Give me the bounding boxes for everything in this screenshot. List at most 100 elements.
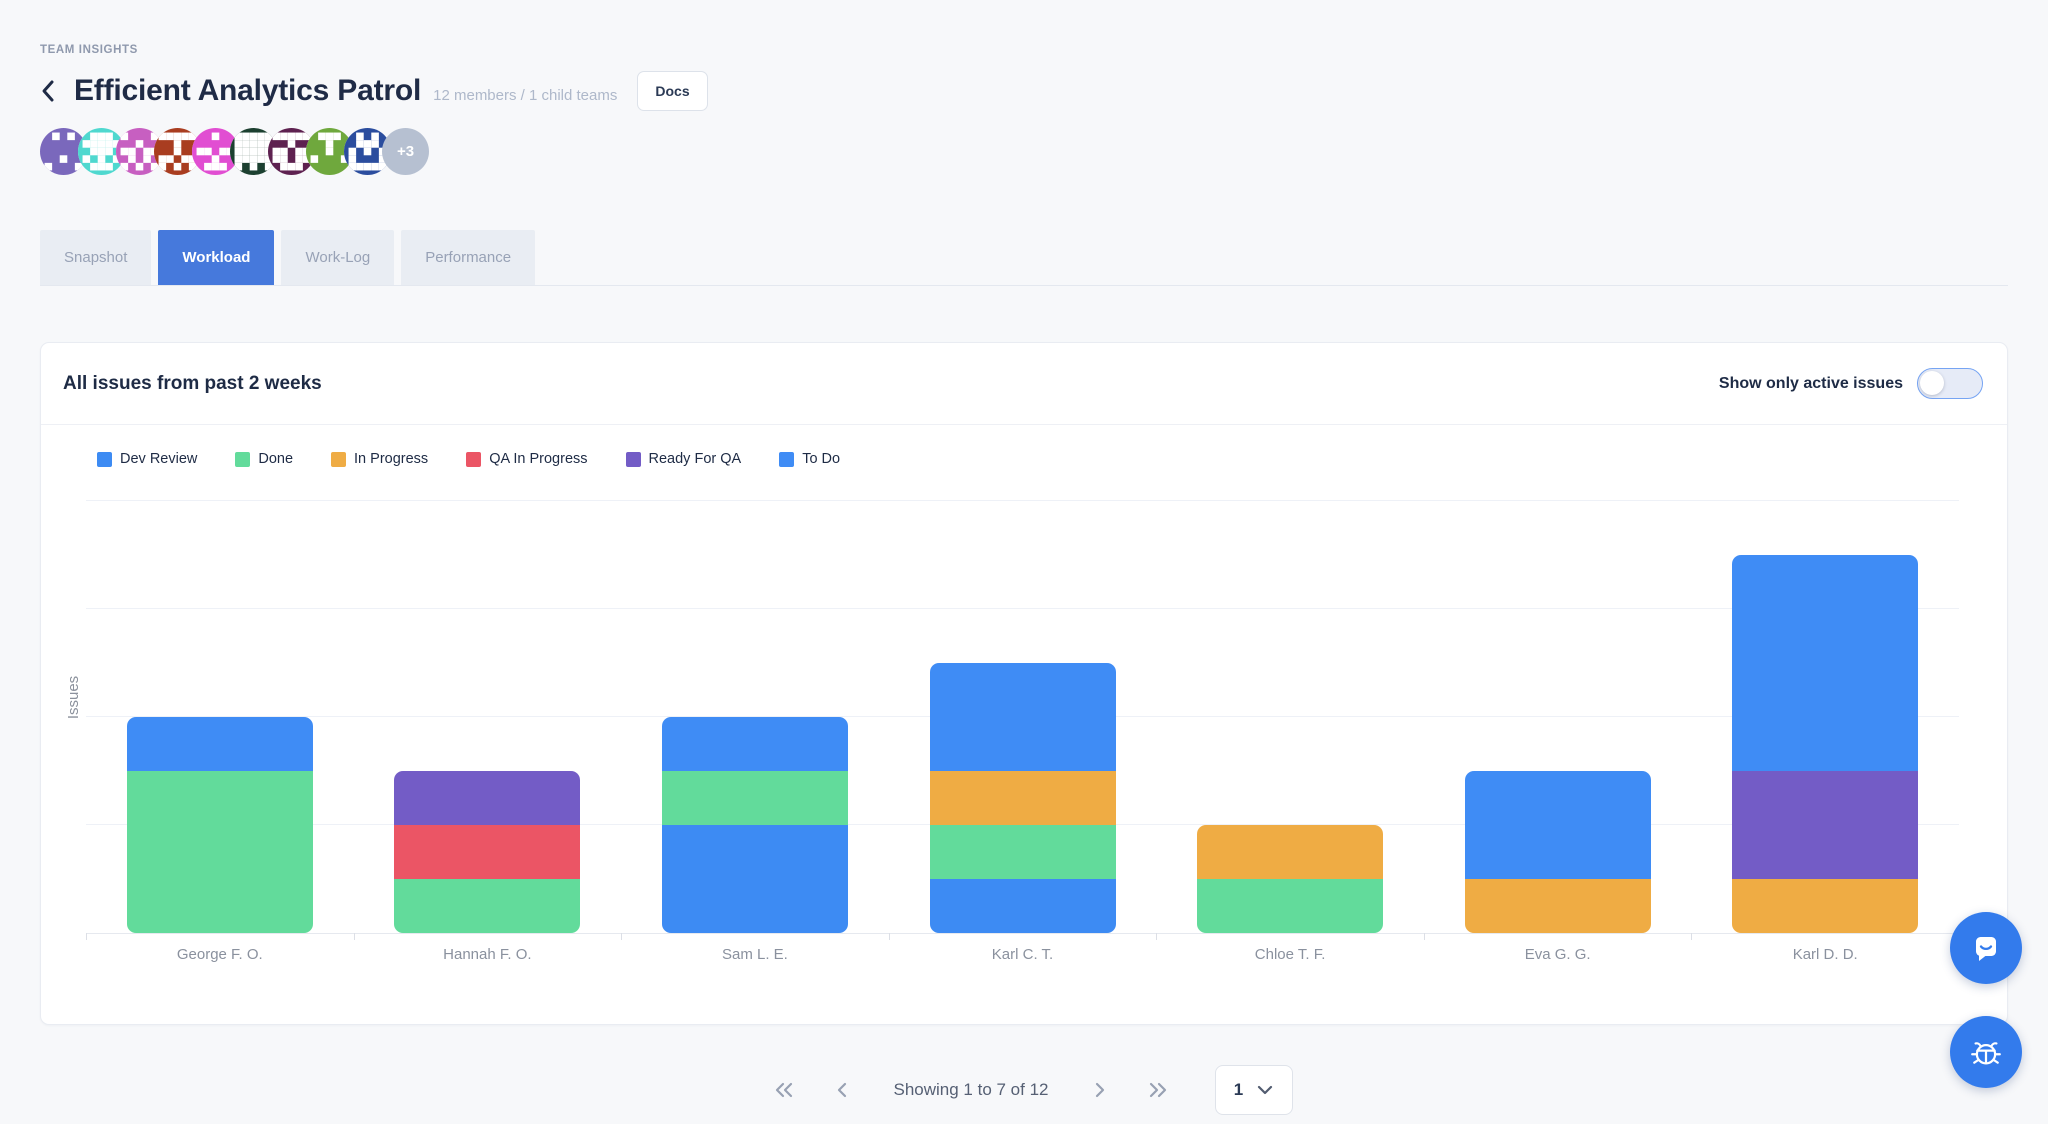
legend-item-done[interactable]: Done [235,451,293,467]
tab-performance[interactable]: Performance [401,230,535,285]
tab-work-log[interactable]: Work-Log [281,230,394,285]
stacked-bar[interactable] [1197,825,1383,933]
bar-segment-ready-for-qa [1732,771,1918,879]
bug-report-button[interactable] [1950,1016,2022,1088]
gridline [86,500,1959,501]
pagination-status: Showing 1 to 7 of 12 [893,1080,1048,1100]
double-chevron-right-icon [1147,1080,1169,1100]
stacked-bar[interactable] [662,717,848,933]
next-page-button[interactable] [1083,1073,1117,1107]
x-axis-labels: George F. O. Hannah F. O. Sam L. E. Karl C.… [86,946,1959,980]
chevron-left-icon [835,1080,849,1100]
team-insights-page: TEAM INSIGHTS Efficient Analytics Patrol… [40,0,2008,1115]
chat-launcher-button[interactable] [1950,912,2022,984]
bar-segment-done [394,879,580,933]
issues-card: All issues from past 2 weeks Show only a… [40,342,2008,1025]
back-chevron-icon [40,79,55,103]
active-issues-toggle-group: Show only active issues [1719,368,1983,399]
breadcrumb-eyebrow: TEAM INSIGHTS [40,0,2008,56]
chart-legend: Dev Review Done In Progress QA In Progress R… [97,451,2007,467]
stacked-bar[interactable] [127,717,313,933]
axis-tick [1424,933,1425,940]
bar-segment-to-do [1465,771,1651,879]
back-button[interactable] [40,76,66,106]
tab-snapshot[interactable]: Snapshot [40,230,151,285]
x-axis-label: Eva G. G. [1525,946,1591,963]
active-issues-toggle[interactable] [1917,368,1983,399]
legend-label: In Progress [354,451,428,467]
tab-bar: SnapshotWorkloadWork-LogPerformance [40,230,2008,286]
page-number-value: 1 [1234,1080,1243,1100]
legend-item-dev-review[interactable]: Dev Review [97,451,197,467]
stacked-bar[interactable] [1732,555,1918,933]
bar-segment-in-progress [1732,879,1918,933]
plot-area [86,471,1959,934]
axis-tick [354,933,355,940]
toggle-knob [1920,371,1944,395]
stacked-bar[interactable] [394,771,580,933]
x-axis-label: George F. O. [177,946,263,963]
double-chevron-left-icon [773,1080,795,1100]
card-header: All issues from past 2 weeks Show only a… [41,343,2007,425]
bar-segment-to-do [930,663,1116,771]
legend-item-in-progress[interactable]: In Progress [331,451,428,467]
legend-swatch-icon [235,452,250,467]
bar-segment-done [930,825,1116,879]
bar-segment-in-progress [930,771,1116,825]
page-header: Efficient Analytics Patrol 12 members / … [40,68,2008,114]
bug-icon [1966,1032,2006,1072]
stacked-bar[interactable] [930,663,1116,933]
legend-label: Dev Review [120,451,197,467]
last-page-button[interactable] [1141,1073,1175,1107]
axis-tick [621,933,622,940]
legend-label: Ready For QA [649,451,742,467]
x-axis-label: Sam L. E. [722,946,788,963]
bar-segment-done [127,771,313,933]
page-number-select[interactable]: 1 [1215,1065,1293,1115]
avatar-row: +3 [40,128,2008,178]
legend-swatch-icon [779,452,794,467]
legend-swatch-icon [97,452,112,467]
axis-tick [1691,933,1692,940]
legend-item-qa-in-progress[interactable]: QA In Progress [466,451,587,467]
bar-segment-ready-for-qa [394,771,580,825]
legend-item-to-do[interactable]: To Do [779,451,840,467]
axis-tick [1156,933,1157,940]
bar-segment-dev-review [930,879,1116,933]
x-axis-label: Karl D. D. [1793,946,1858,963]
chevron-down-icon [1257,1085,1273,1095]
bar-segment-to-do [127,717,313,771]
page-title: Efficient Analytics Patrol [74,74,421,108]
team-meta: 12 members / 1 child teams [433,87,617,104]
avatar-overflow-badge[interactable]: +3 [382,128,429,175]
bar-segment-qa-in-progress [394,825,580,879]
legend-item-ready-for-qa[interactable]: Ready For QA [626,451,742,467]
legend-label: QA In Progress [489,451,587,467]
legend-swatch-icon [626,452,641,467]
y-axis-label: Issues [65,676,82,719]
stacked-bar[interactable] [1465,771,1651,933]
bar-segment-dev-review [662,825,848,933]
bar-segment-to-do [662,717,848,771]
card-title: All issues from past 2 weeks [63,373,322,395]
chat-icon [1968,930,2004,966]
pagination: Showing 1 to 7 of 12 1 [40,1065,2008,1115]
toggle-label: Show only active issues [1719,375,1903,393]
legend-swatch-icon [466,452,481,467]
bar-segment-to-do [1732,555,1918,771]
bar-segment-in-progress [1197,825,1383,879]
legend-label: To Do [802,451,840,467]
axis-tick [86,933,87,940]
docs-button[interactable]: Docs [637,71,707,111]
tab-workload[interactable]: Workload [158,230,274,285]
x-axis-label: Karl C. T. [992,946,1053,963]
legend-label: Done [258,451,293,467]
bar-segment-in-progress [1465,879,1651,933]
bar-segment-done [662,771,848,825]
chevron-right-icon [1093,1080,1107,1100]
bar-segment-done [1197,879,1383,933]
first-page-button[interactable] [767,1073,801,1107]
legend-swatch-icon [331,452,346,467]
x-axis-label: Hannah F. O. [443,946,531,963]
prev-page-button[interactable] [825,1073,859,1107]
